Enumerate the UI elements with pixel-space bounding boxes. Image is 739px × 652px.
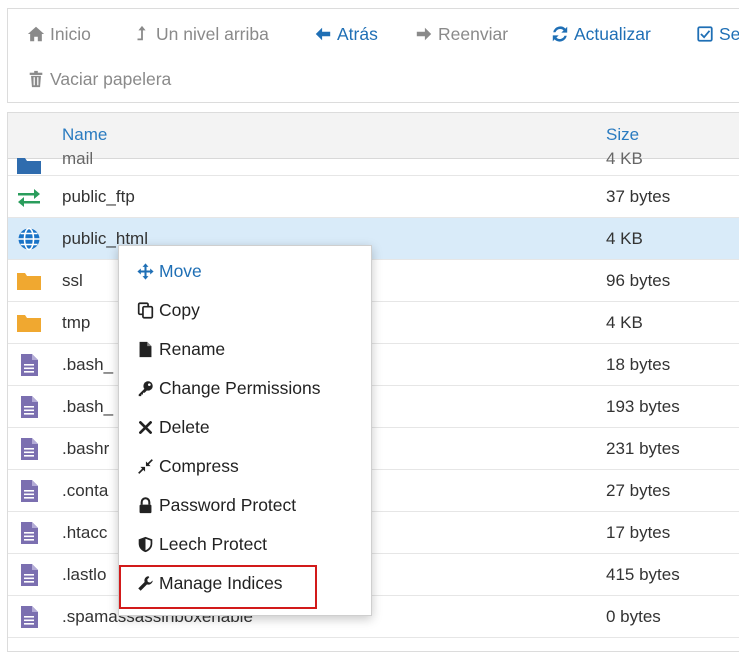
menu-item-password-protect[interactable]: Password Protect <box>119 488 371 522</box>
menu-item-leech-protect[interactable]: Leech Protect <box>119 527 371 561</box>
menu-item-label: Rename <box>159 338 226 359</box>
menu-item-copy[interactable]: Copy <box>119 293 371 327</box>
folder-icon <box>15 311 43 335</box>
file-table: Name Size mail 4 KB public_ftp 37 bytes … <box>7 112 739 652</box>
menu-item-label: Manage Indices <box>159 572 283 593</box>
context-menu: Move Copy Rename Change Permissions Dele… <box>118 245 372 616</box>
menu-item-delete[interactable]: Delete <box>119 410 371 444</box>
checkbox-icon <box>695 24 715 44</box>
toolbar: Inicio Un nivel arriba Atrás Reenviar Ac… <box>7 8 739 103</box>
column-header-name[interactable]: Name <box>62 125 107 145</box>
menu-item-label: Compress <box>159 455 239 476</box>
file-name: ssl <box>62 271 83 290</box>
forward-label: Reenviar <box>438 23 509 44</box>
folder-icon <box>15 153 43 177</box>
file-size: 0 bytes <box>606 607 661 626</box>
column-header-size[interactable]: Size <box>606 125 639 145</box>
file-size: 415 bytes <box>606 565 680 584</box>
home-label: Inicio <box>50 23 91 44</box>
close-icon <box>135 417 155 437</box>
menu-item-label: Delete <box>159 416 210 437</box>
back-button[interactable]: Atrás <box>313 21 378 47</box>
menu-item-label: Copy <box>159 299 200 320</box>
wrench-icon <box>135 573 155 593</box>
file-size: 17 bytes <box>606 523 671 542</box>
file-icon <box>15 563 43 587</box>
file-name: .bash_ <box>62 355 114 374</box>
back-label: Atrás <box>337 23 378 44</box>
compress-icon <box>135 456 155 476</box>
file-icon <box>15 353 43 377</box>
file-name: .conta <box>62 481 109 500</box>
arrow-right-icon <box>414 24 434 44</box>
file-icon <box>135 339 155 359</box>
globe-icon <box>15 227 43 251</box>
up-one-level-button[interactable]: Un nivel arriba <box>132 21 269 47</box>
menu-item-label: Password Protect <box>159 494 297 515</box>
key-icon <box>135 378 155 398</box>
refresh-icon <box>550 24 570 44</box>
refresh-label: Actualizar <box>574 23 651 44</box>
level-up-icon <box>132 24 152 44</box>
file-size: 96 bytes <box>606 271 671 290</box>
copy-icon <box>135 300 155 320</box>
file-name: tmp <box>62 313 91 332</box>
file-icon <box>15 437 43 461</box>
select-all-label: Se <box>719 23 739 44</box>
move-icon <box>135 261 155 281</box>
folder-icon <box>15 269 43 293</box>
menu-item-compress[interactable]: Compress <box>119 449 371 483</box>
menu-item-rename[interactable]: Rename <box>119 332 371 366</box>
file-name: public_ftp <box>62 187 135 206</box>
up-one-level-label: Un nivel arriba <box>156 23 269 44</box>
file-icon <box>15 521 43 545</box>
menu-item-move[interactable]: Move <box>119 254 371 288</box>
file-size: 37 bytes <box>606 187 671 206</box>
menu-item-manage-indices[interactable]: Manage Indices <box>119 566 371 600</box>
transfer-arrows-icon <box>15 185 43 209</box>
home-icon <box>26 24 46 44</box>
table-row[interactable]: mail 4 KB <box>8 149 739 176</box>
trash-icon <box>26 69 46 89</box>
file-icon <box>15 479 43 503</box>
file-name: .bashr <box>62 439 110 458</box>
file-size: 231 bytes <box>606 439 680 458</box>
select-all-button[interactable]: Se <box>695 21 739 47</box>
file-size: 4 KB <box>606 229 643 248</box>
file-size: 193 bytes <box>606 397 680 416</box>
file-icon <box>15 395 43 419</box>
file-name: .htacc <box>62 523 108 542</box>
menu-item-change-permissions[interactable]: Change Permissions <box>119 371 371 405</box>
file-size: 4 KB <box>606 149 643 168</box>
empty-trash-button[interactable]: Vaciar papelera <box>26 66 171 92</box>
file-name: mail <box>62 149 94 168</box>
refresh-button[interactable]: Actualizar <box>550 21 651 47</box>
file-size: 27 bytes <box>606 481 671 500</box>
home-button[interactable]: Inicio <box>26 21 91 47</box>
arrow-left-icon <box>313 24 333 44</box>
empty-trash-label: Vaciar papelera <box>50 68 172 89</box>
file-size: 18 bytes <box>606 355 671 374</box>
menu-item-label: Move <box>159 260 202 281</box>
table-row[interactable]: public_ftp 37 bytes <box>8 176 739 218</box>
menu-item-label: Leech Protect <box>159 533 267 554</box>
lock-icon <box>135 495 155 515</box>
file-size: 4 KB <box>606 313 643 332</box>
file-name: .lastlo <box>62 565 107 584</box>
shield-icon <box>135 534 155 554</box>
file-name: .bash_ <box>62 397 114 416</box>
forward-button[interactable]: Reenviar <box>414 21 508 47</box>
menu-item-label: Change Permissions <box>159 377 321 398</box>
file-icon <box>15 605 43 629</box>
